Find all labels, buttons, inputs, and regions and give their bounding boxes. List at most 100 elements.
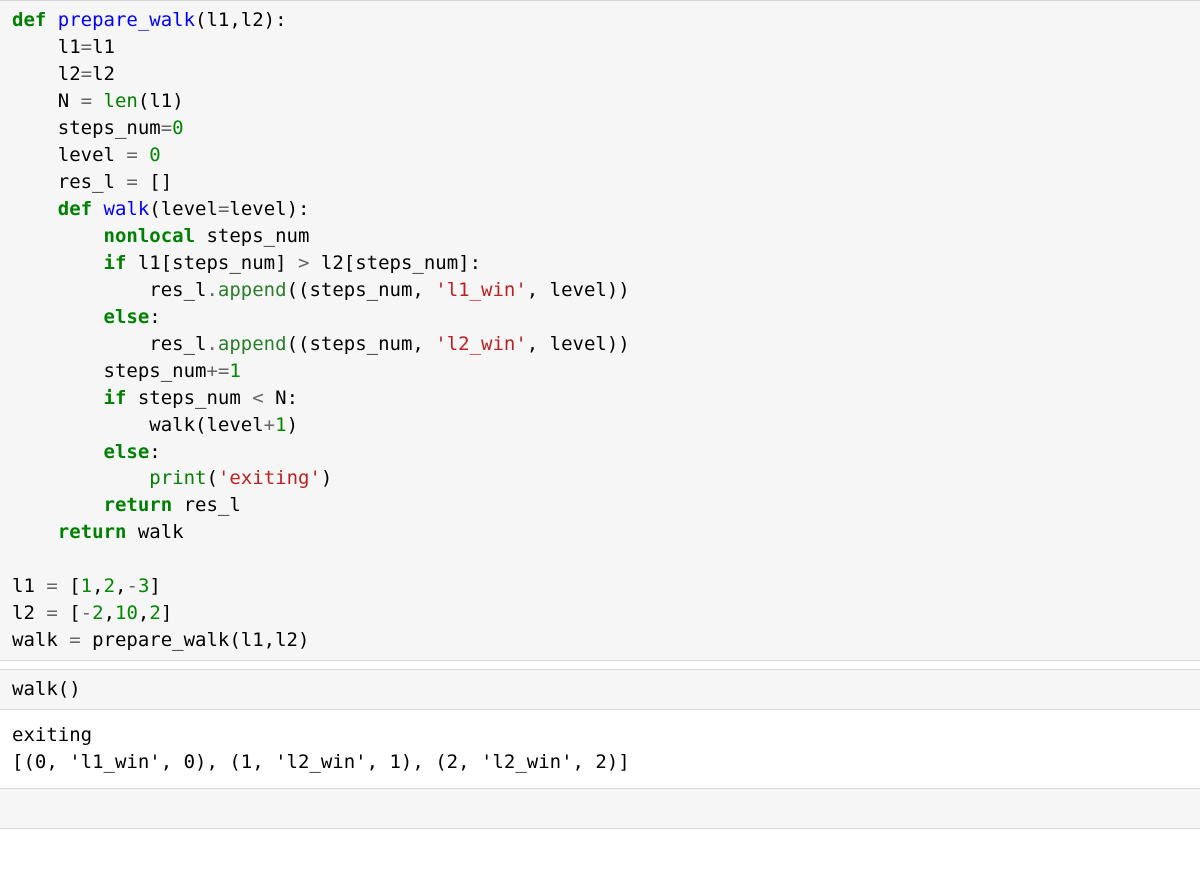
code-token: l2 (12, 63, 81, 85)
code-cell (0, 788, 1200, 829)
code-token: l1 (92, 36, 115, 58)
code-token: ] (161, 602, 172, 624)
code-token: len (104, 90, 138, 112)
code-token: 1 (81, 575, 92, 597)
code-token: steps_num (12, 360, 206, 382)
code-token: 2 (92, 602, 103, 624)
code-token: = (126, 171, 137, 193)
code-token: [ (58, 575, 81, 597)
code-token: walk (12, 629, 69, 651)
code-token: , (92, 575, 103, 597)
code-token: return (58, 521, 127, 543)
code-token: : (149, 306, 160, 328)
code-token: walk() (12, 678, 81, 700)
code-token: 1 (275, 414, 286, 436)
code-token: if (104, 387, 127, 409)
code-token: 2 (104, 575, 115, 597)
code-token (12, 797, 23, 819)
code-token: 3 (138, 575, 149, 597)
code-token: (l1) (138, 90, 184, 112)
code-token (12, 494, 104, 516)
code-token (12, 252, 104, 274)
code-token: 10 (115, 602, 138, 624)
code-token: ((steps_num, (287, 333, 436, 355)
code-input[interactable] (0, 788, 1200, 829)
code-token: steps_num (195, 225, 309, 247)
code-token: = (126, 144, 137, 166)
code-token: < (252, 387, 263, 409)
code-token: l1[steps_num] (126, 252, 298, 274)
code-token: - (81, 602, 92, 624)
code-input[interactable]: def prepare_walk(l1,l2): l1=l1 l2=l2 N =… (0, 0, 1200, 661)
code-token: ] (149, 575, 160, 597)
code-token: ( (206, 467, 217, 489)
code-token (12, 467, 149, 489)
code-token: print (149, 467, 206, 489)
code-token: . (206, 279, 217, 301)
code-token: [ (58, 602, 81, 624)
code-token: walk (104, 198, 150, 220)
code-token (92, 90, 103, 112)
code-token: = (81, 36, 92, 58)
code-token (12, 198, 58, 220)
code-token: append (218, 333, 287, 355)
code-token (12, 306, 104, 328)
code-token: prepare_walk (58, 9, 195, 31)
code-token: (l1,l2): (195, 9, 287, 31)
code-token: 'exiting' (218, 467, 321, 489)
code-token (12, 225, 104, 247)
code-token: = (46, 575, 57, 597)
code-token: def (12, 9, 58, 31)
code-token: res_l (12, 333, 206, 355)
code-token: res_l (12, 171, 126, 193)
code-token: += (206, 360, 229, 382)
code-token: = (81, 90, 92, 112)
code-token: , (115, 575, 126, 597)
code-token: walk (126, 521, 183, 543)
code-token: 'l1_win' (435, 279, 527, 301)
code-token: (level (149, 198, 218, 220)
code-token: - (126, 575, 137, 597)
code-token: level (12, 144, 126, 166)
code-token: 'l2_win' (435, 333, 527, 355)
code-token: 0 (172, 117, 183, 139)
code-token: ) (321, 467, 332, 489)
code-token: res_l (12, 279, 206, 301)
code-token: : (149, 441, 160, 463)
code-token: = (69, 629, 80, 651)
code-token: steps_num (126, 387, 252, 409)
code-input[interactable]: walk() (0, 669, 1200, 710)
code-token: l2 (12, 602, 46, 624)
code-token: = (218, 198, 229, 220)
code-token: append (218, 279, 287, 301)
code-token: 0 (149, 144, 160, 166)
code-token: , level)) (527, 333, 630, 355)
code-token: N (12, 90, 81, 112)
code-token: 1 (229, 360, 240, 382)
code-cell: def prepare_walk(l1,l2): l1=l1 l2=l2 N =… (0, 0, 1200, 661)
code-cell: walk() (0, 669, 1200, 710)
code-token: return (104, 494, 173, 516)
code-token: , (138, 602, 149, 624)
output-text: exiting [(0, 'l1_win', 0), (1, 'l2_win',… (0, 718, 1200, 780)
code-token: , level)) (527, 279, 630, 301)
code-token: + (264, 414, 275, 436)
code-token: walk(level (12, 414, 264, 436)
code-token: else (104, 441, 150, 463)
code-token (12, 387, 104, 409)
code-token (138, 144, 149, 166)
code-token: [] (138, 171, 172, 193)
code-token: steps_num (12, 117, 161, 139)
code-token (12, 521, 58, 543)
code-token: N: (264, 387, 298, 409)
code-token: l1 (12, 575, 46, 597)
code-token: = (81, 63, 92, 85)
code-token: else (104, 306, 150, 328)
code-token: ((steps_num, (287, 279, 436, 301)
code-token: . (206, 333, 217, 355)
code-token: , (104, 602, 115, 624)
code-token: def (58, 198, 104, 220)
output-cell: exiting [(0, 'l1_win', 0), (1, 'l2_win',… (0, 718, 1200, 780)
code-token: nonlocal (104, 225, 196, 247)
code-token (12, 441, 104, 463)
